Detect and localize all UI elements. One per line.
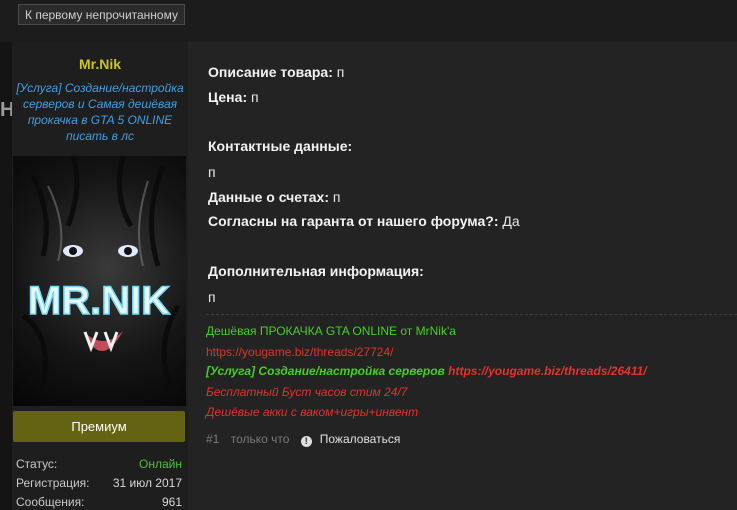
warning-icon: !	[300, 436, 312, 447]
stat-value: 961	[161, 495, 182, 509]
field-label: Контактные данные	[208, 138, 348, 154]
stat-value: Онлайн	[139, 457, 182, 471]
post-number[interactable]: #1	[206, 432, 219, 446]
field-accounts: Данные о счетах: п	[208, 189, 341, 205]
tiger-avatar-image: MR.NIK	[21, 156, 181, 397]
field-value: Да	[502, 213, 520, 229]
field-price: Цена: п	[208, 89, 259, 105]
first-unread-button[interactable]: К первому непрочитанному	[18, 4, 185, 25]
avatar-text: MR.NIK	[28, 279, 170, 323]
stat-label: Регистрация:	[16, 476, 90, 490]
field-contacts-value: п	[208, 164, 216, 180]
field-contacts-label: Контактные данные:	[208, 138, 353, 154]
field-label: Дополнительная информация	[208, 263, 420, 279]
field-label: Данные о счетах	[208, 189, 325, 205]
post-footer: #1 только что ! Пожаловаться	[206, 432, 416, 447]
field-value: п	[336, 64, 345, 80]
post-time: только что	[230, 432, 290, 446]
stat-status: Статус: Онлайн	[16, 456, 184, 472]
stat-label: Статус:	[16, 457, 58, 471]
signature-link[interactable]: https://yougame.biz/threads/27724/	[206, 345, 393, 359]
field-value: п	[332, 189, 341, 205]
signature-line: [Услуга] Создание/настройка серверов htt…	[206, 364, 647, 378]
field-additional-value: п	[208, 289, 216, 305]
signature-text[interactable]: [Услуга] Создание/настройка серверов	[206, 364, 445, 378]
field-label: Описание товара	[208, 64, 329, 80]
premium-badge-button[interactable]: Премиум	[13, 411, 185, 442]
signature-line[interactable]: Дешёвые акки с вакoм+игры+инвент	[206, 405, 418, 419]
field-guarantee: Согласны на гаранта от нашего форума?: Д…	[208, 213, 520, 229]
side-strip-letters: НА	[0, 99, 12, 121]
user-title: [Услуга] Создание/настройка серверов и С…	[16, 81, 184, 143]
report-button[interactable]: ! Пожаловаться	[300, 432, 409, 447]
stat-value: 31 июл 2017	[112, 476, 182, 490]
field-additional-label: Дополнительная информация:	[208, 263, 424, 279]
report-label: Пожаловаться	[319, 432, 401, 446]
stat-messages: Сообщения: 961	[16, 494, 184, 510]
field-label: Согласны на гаранта от нашего форума?	[208, 213, 494, 229]
field-description: Описание товара: п	[208, 64, 345, 80]
signature-divider	[206, 314, 737, 315]
field-value: п	[251, 89, 259, 105]
avatar[interactable]: MR.NIK	[13, 156, 186, 406]
stat-registration: Регистрация: 31 июл 2017	[16, 475, 184, 491]
signature-line[interactable]: Бесплатный Буст часов стим 24/7	[206, 385, 407, 399]
username[interactable]: Mr.Nik	[12, 56, 188, 72]
field-label: Цена	[208, 89, 243, 105]
stat-label: Сообщения:	[16, 495, 85, 509]
signature-link[interactable]: https://yougame.biz/threads/26411/	[448, 364, 647, 378]
signature-line[interactable]: Дешёвая ПРОКАЧКА GTA ONLINE от MrNik'a	[206, 324, 456, 338]
